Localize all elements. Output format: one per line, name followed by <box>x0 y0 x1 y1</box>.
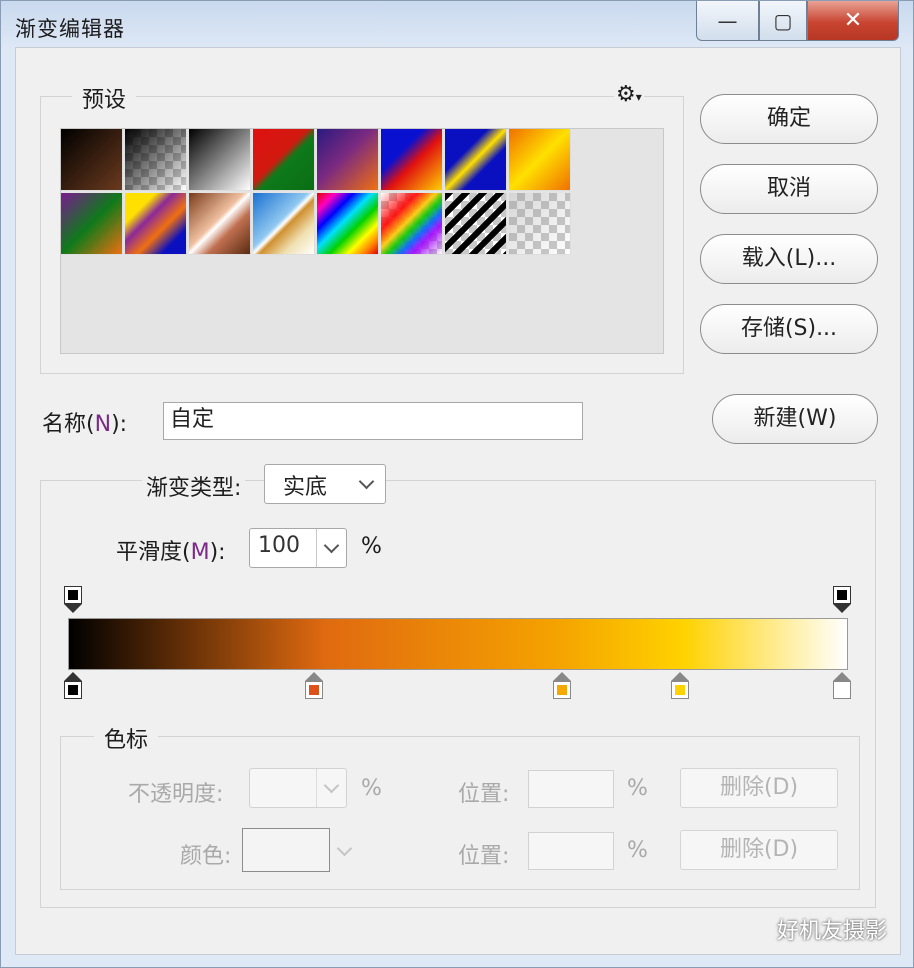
chevron-down-icon <box>323 777 340 794</box>
swatch-transparent-rainbow[interactable] <box>381 193 443 255</box>
window-title: 渐变编辑器 <box>15 17 125 41</box>
gradient-type-label: 渐变类型: <box>142 470 246 502</box>
maximize-button[interactable]: ▢ <box>759 1 807 41</box>
delete-opacity-stop-button[interactable]: 删除(D) <box>680 768 838 808</box>
color-swatch-field[interactable] <box>242 828 330 872</box>
gradient-editor-window: 渐变编辑器 — ▢ ✕ 预设 ⚙▾ 确定 取消 载入(L)... 存储(S)..… <box>0 0 914 968</box>
delete-color-stop-button[interactable]: 删除(D) <box>680 830 838 870</box>
minimize-icon: — <box>717 8 738 33</box>
opacity-unit: % <box>361 776 382 801</box>
opacity-label: 不透明度: <box>128 782 224 807</box>
stops-group-label: 色标 <box>94 722 159 754</box>
swatch-blue-yellow-blue[interactable] <box>445 129 507 191</box>
color-position-label: 位置: <box>458 844 510 869</box>
swatch-spectrum[interactable] <box>317 193 379 255</box>
close-icon: ✕ <box>843 8 863 33</box>
maximize-icon: ▢ <box>773 8 793 33</box>
swatch-transparent-stripes[interactable] <box>445 193 507 255</box>
load-button[interactable]: 载入(L)... <box>700 234 878 284</box>
name-input[interactable]: 自定 <box>163 402 583 440</box>
color-stop-yellow[interactable] <box>671 672 689 704</box>
opacity-position-label: 位置: <box>458 782 510 807</box>
color-stop-amber[interactable] <box>553 672 571 704</box>
opacity-field[interactable] <box>249 768 347 808</box>
gear-menu-button[interactable]: ⚙▾ <box>614 82 644 107</box>
smoothness-unit: % <box>361 534 382 559</box>
swatch-chrome[interactable] <box>253 193 315 255</box>
smoothness-value: 100 <box>258 533 300 558</box>
minimize-button[interactable]: — <box>696 1 759 41</box>
swatch-violet-green-orange[interactable] <box>61 193 123 255</box>
chevron-down-icon <box>358 473 375 490</box>
gradient-type-select[interactable]: 实底 <box>264 464 386 504</box>
new-button[interactable]: 新建(W) <box>712 394 878 444</box>
color-stop-white[interactable] <box>833 672 851 704</box>
opacity-position-input[interactable] <box>528 770 614 808</box>
smoothness-label: 平滑度(M): <box>116 540 226 565</box>
color-stop-black[interactable] <box>64 672 82 704</box>
swatch-violet-orange[interactable] <box>317 129 379 191</box>
ok-button[interactable]: 确定 <box>700 94 878 144</box>
opacity-position-unit: % <box>627 776 648 801</box>
swatch-transparent[interactable] <box>509 193 571 255</box>
swatch-transparent-black[interactable] <box>125 129 187 191</box>
name-label: 名称(N): <box>42 412 128 437</box>
color-position-unit: % <box>627 838 648 863</box>
gradient-type-value: 实底 <box>283 475 328 500</box>
save-button[interactable]: 存储(S)... <box>700 304 878 354</box>
swatch-blue-red-yellow[interactable] <box>381 129 443 191</box>
dialog-body: 预设 ⚙▾ 确定 取消 载入(L)... 存储(S)... 新建(W) 名称(N… <box>15 47 901 955</box>
title-bar: 渐变编辑器 — ▢ ✕ <box>1 1 913 47</box>
presets-label: 预设 <box>72 82 137 114</box>
swatch-yellow-violet-orange-blue[interactable] <box>125 193 187 255</box>
close-button[interactable]: ✕ <box>807 1 899 41</box>
swatch-black-brown[interactable] <box>61 129 123 191</box>
cancel-button[interactable]: 取消 <box>700 164 878 214</box>
color-position-input[interactable] <box>528 832 614 870</box>
opacity-stop-right[interactable] <box>833 586 851 618</box>
swatch-red-green[interactable] <box>253 129 315 191</box>
gradient-preview-bar[interactable] <box>68 618 848 670</box>
swatch-orange-yellow-orange[interactable] <box>509 129 571 191</box>
opacity-stop-left[interactable] <box>64 586 82 618</box>
smoothness-field[interactable]: 100 <box>249 528 347 568</box>
color-stop-orange[interactable] <box>305 672 323 704</box>
swatch-copper[interactable] <box>189 193 251 255</box>
watermark-text: 好机友摄影 <box>776 919 887 944</box>
chevron-down-icon <box>323 537 340 554</box>
gear-icon: ⚙ <box>616 82 636 107</box>
preset-swatches <box>60 128 664 354</box>
swatch-black-white[interactable] <box>189 129 251 191</box>
color-label: 颜色: <box>180 844 232 869</box>
